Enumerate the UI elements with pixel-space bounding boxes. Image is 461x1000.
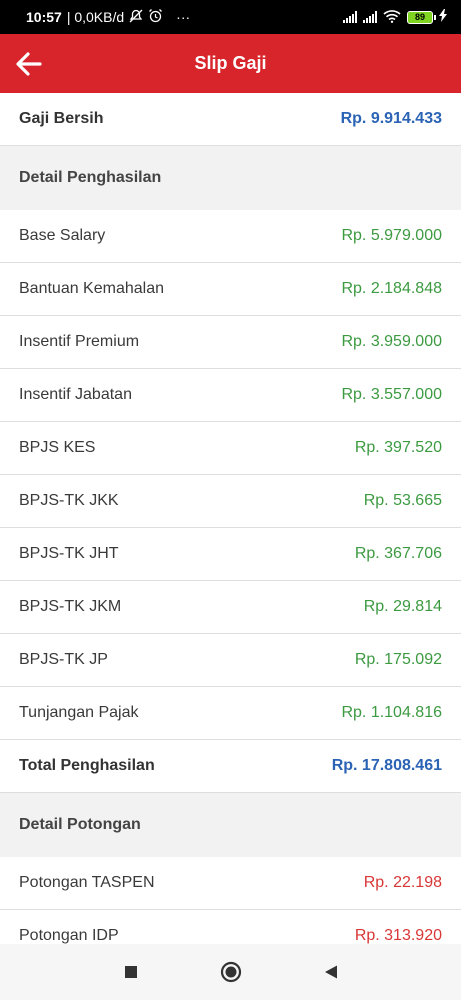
income-row: BPJS-TK JP Rp. 175.092 — [0, 634, 461, 687]
status-time: 10:57 — [26, 9, 62, 25]
income-value: Rp. 5.979.000 — [341, 227, 442, 244]
income-value: Rp. 367.706 — [354, 545, 442, 562]
income-value: Rp. 53.665 — [363, 492, 442, 509]
income-value: Rp. 3.959.000 — [341, 333, 442, 350]
income-row: BPJS-TK JKM Rp. 29.814 — [0, 581, 461, 634]
system-back-button[interactable] — [316, 957, 346, 987]
arrow-left-icon — [16, 52, 42, 76]
deduction-section-header: Detail Potongan — [0, 793, 461, 857]
income-row: Tunjangan Pajak Rp. 1.104.816 — [0, 687, 461, 740]
deduction-value: Rp. 313.920 — [354, 927, 442, 944]
salary-slip-content: Gaji Bersih Rp. 9.914.433 Detail Penghas… — [0, 93, 461, 963]
alarm-icon — [148, 8, 163, 26]
income-value: Rp. 3.557.000 — [341, 386, 442, 403]
more-notifications-icon: ··· — [176, 9, 191, 25]
income-value: Rp. 1.104.816 — [341, 704, 442, 721]
income-value: Rp. 397.520 — [354, 439, 442, 456]
income-label: BPJS-TK JKM — [19, 598, 122, 615]
income-value: Rp. 29.814 — [363, 598, 442, 615]
net-salary-value: Rp. 9.914.433 — [340, 110, 442, 127]
back-button[interactable] — [12, 47, 46, 81]
mute-icon — [129, 9, 143, 26]
triangle-back-icon — [324, 965, 337, 979]
income-row: Bantuan Kemahalan Rp. 2.184.848 — [0, 263, 461, 316]
deduction-value: Rp. 22.198 — [363, 874, 442, 891]
income-value: Rp. 2.184.848 — [341, 280, 442, 297]
income-label: Bantuan Kemahalan — [19, 280, 164, 297]
net-salary-label: Gaji Bersih — [19, 110, 104, 127]
deduction-label: Potongan IDP — [19, 927, 119, 944]
deduction-label: Potongan TASPEN — [19, 874, 155, 891]
deduction-row: Potongan TASPEN Rp. 22.198 — [0, 857, 461, 910]
signal-icon — [343, 11, 357, 23]
battery-icon: 89 — [407, 10, 436, 24]
income-row: BPJS KES Rp. 397.520 — [0, 422, 461, 475]
income-section-title: Detail Penghasilan — [19, 169, 162, 186]
income-label: BPJS-TK JKK — [19, 492, 119, 509]
status-network-speed: | 0,0KB/d — [66, 9, 125, 25]
net-salary-row: Gaji Bersih Rp. 9.914.433 — [0, 93, 461, 146]
income-section-header: Detail Penghasilan — [0, 146, 461, 210]
app-bar: Slip Gaji — [0, 34, 461, 93]
total-income-row: Total Penghasilan Rp. 17.808.461 — [0, 740, 461, 793]
home-button[interactable] — [216, 957, 246, 987]
income-label: Insentif Premium — [19, 333, 140, 350]
square-icon — [124, 966, 137, 978]
income-row: Base Salary Rp. 5.979.000 — [0, 210, 461, 263]
wifi-icon — [383, 9, 401, 26]
income-label: BPJS KES — [19, 439, 96, 456]
total-income-value: Rp. 17.808.461 — [331, 757, 442, 774]
income-row: Insentif Premium Rp. 3.959.000 — [0, 316, 461, 369]
status-right: 89 — [343, 9, 447, 26]
system-nav-bar — [0, 944, 461, 1000]
circle-icon — [220, 961, 241, 983]
income-label: Insentif Jabatan — [19, 386, 132, 403]
status-left: 10:57 | 0,0KB/d ··· — [26, 8, 190, 26]
income-value: Rp. 175.092 — [354, 651, 442, 668]
deduction-section-title: Detail Potongan — [19, 816, 141, 833]
income-label: Base Salary — [19, 227, 106, 244]
income-label: Tunjangan Pajak — [19, 704, 139, 721]
signal-icon — [363, 11, 377, 23]
income-row: Insentif Jabatan Rp. 3.557.000 — [0, 369, 461, 422]
page-title: Slip Gaji — [194, 53, 267, 73]
income-row: BPJS-TK JKK Rp. 53.665 — [0, 475, 461, 528]
status-bar: 10:57 | 0,0KB/d ··· 89 — [0, 0, 461, 34]
income-label: BPJS-TK JHT — [19, 545, 119, 562]
recents-button[interactable] — [116, 957, 146, 987]
income-label: BPJS-TK JP — [19, 651, 108, 668]
total-income-label: Total Penghasilan — [19, 757, 155, 774]
charging-icon — [439, 9, 447, 25]
income-row: BPJS-TK JHT Rp. 367.706 — [0, 528, 461, 581]
